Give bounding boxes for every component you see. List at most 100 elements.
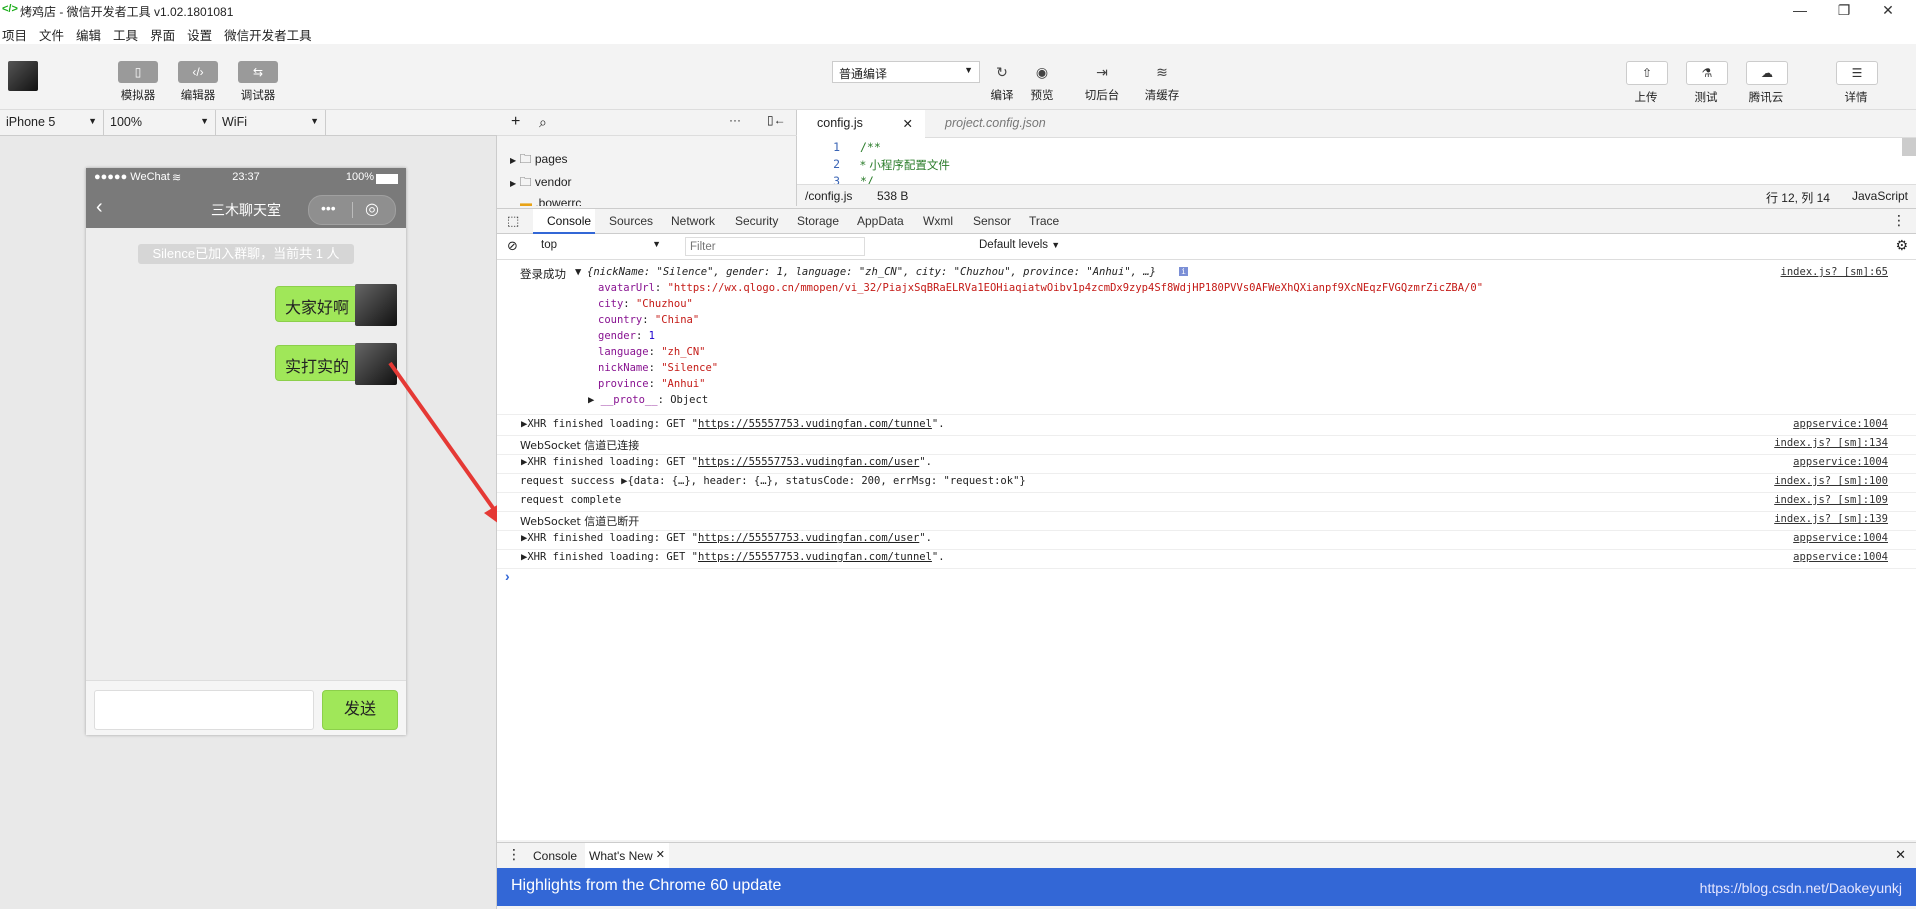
flask-icon: ⚗	[1686, 61, 1728, 85]
login-summary[interactable]: {nickName: "Silence", gender: 1, languag…	[587, 266, 1156, 278]
status-language[interactable]: JavaScript	[1852, 189, 1908, 203]
gear-icon[interactable]: ⚙	[1895, 237, 1908, 254]
prop-key: language	[598, 346, 649, 358]
prop-value: Object	[670, 394, 709, 406]
tree-label: vendor	[534, 175, 572, 189]
clear-console-icon[interactable]: ⊘	[507, 238, 518, 254]
source-link[interactable]: appservice:1004	[1793, 456, 1888, 468]
test-button[interactable]: ⚗ 测试	[1686, 61, 1728, 105]
tab-appdata[interactable]: AppData	[857, 214, 904, 228]
restore-icon[interactable]: ❐	[1822, 0, 1866, 22]
drawer-tab-whats-new[interactable]: What's New ✕	[585, 843, 669, 869]
kebab-menu-icon[interactable]: ⋮	[507, 846, 521, 863]
send-button[interactable]: 发送	[322, 690, 398, 730]
collapse-panel-icon[interactable]: ▯←	[767, 113, 786, 127]
close-icon[interactable]: ✕	[656, 848, 665, 861]
log-text[interactable]: request success ▶{data: {…}, header: {…}…	[520, 475, 1026, 487]
background-button[interactable]: ⇥ 切后台	[1080, 61, 1124, 103]
levels-select[interactable]: Default levels ▼	[979, 239, 1060, 251]
compile-button[interactable]: ↻ 编译	[986, 61, 1018, 103]
tree-folder-vendor[interactable]: ▶ 🗀 vendor	[510, 173, 572, 194]
phone-icon: ▯	[118, 61, 158, 83]
editor-status-bar: /config.js 538 B 行 12, 列 14 JavaScript	[797, 184, 1916, 206]
user-avatar[interactable]	[8, 61, 38, 91]
menu-view[interactable]: 界面	[144, 22, 181, 44]
search-icon[interactable]: ⌕	[539, 114, 547, 131]
compile-mode-select[interactable]: 普通编译 ▼	[832, 61, 980, 83]
source-link[interactable]: index.js? [sm]:100	[1774, 475, 1888, 487]
chevron-down-icon: ▼	[310, 116, 319, 126]
source-link[interactable]: index.js? [sm]:109	[1774, 494, 1888, 506]
drawer-tab-console[interactable]: Console	[533, 849, 577, 863]
log-text: request complete	[520, 494, 622, 506]
console-log-row: ▶XHR finished loading: GET "https://5555…	[497, 530, 1916, 550]
log-text: ▶XHR finished loading: GET "	[521, 551, 699, 563]
inspect-icon[interactable]: ⬚	[507, 213, 519, 229]
log-url[interactable]: https://55557753.vudingfan.com/user	[698, 532, 919, 544]
debugger-button[interactable]: ⇆ 调试器	[238, 61, 278, 103]
menu-wechat-devtools[interactable]: 微信开发者工具	[218, 22, 318, 44]
tab-network[interactable]: Network	[671, 214, 715, 228]
menu-edit[interactable]: 编辑	[70, 22, 107, 44]
device-model: iPhone 5	[6, 115, 56, 129]
kebab-menu-icon[interactable]: ⋮	[1892, 212, 1906, 229]
source-link[interactable]: index.js? [sm]:134	[1774, 437, 1888, 449]
filter-input[interactable]	[685, 237, 865, 256]
battery-icon	[376, 174, 398, 184]
clear-cache-button[interactable]: ≋ 清缓存	[1140, 61, 1184, 103]
simulator-button[interactable]: ▯ 模拟器	[118, 61, 158, 103]
tab-trace[interactable]: Trace	[1029, 214, 1059, 228]
tencent-cloud-button[interactable]: ☁ 腾讯云	[1746, 61, 1788, 105]
source-link[interactable]: appservice:1004	[1793, 532, 1888, 544]
editor-button[interactable]: ‹/› 编辑器	[178, 61, 218, 103]
source-link[interactable]: appservice:1004	[1793, 418, 1888, 430]
minimize-icon[interactable]: —	[1778, 0, 1822, 22]
add-icon[interactable]: +	[511, 113, 520, 131]
tree-folder-pages[interactable]: ▶ 🗀 pages	[510, 150, 568, 171]
source-link[interactable]: index.js? [sm]:65	[1781, 266, 1888, 278]
source-link[interactable]: index.js? [sm]:139	[1774, 513, 1888, 525]
context-select[interactable]: top ▼	[537, 237, 667, 256]
tab-sensor[interactable]: Sensor	[973, 214, 1011, 228]
close-icon[interactable]: ✕	[903, 116, 913, 131]
prop-key: __proto__	[600, 394, 658, 406]
menu-settings[interactable]: 设置	[181, 22, 218, 44]
tab-label: config.js	[817, 116, 863, 130]
menu-tools[interactable]: 工具	[107, 22, 144, 44]
tab-sources[interactable]: Sources	[609, 214, 653, 228]
upload-label: 上传	[1634, 92, 1658, 104]
tab-config-js[interactable]: config.js ✕	[797, 110, 925, 138]
editor-scrollbar[interactable]	[1902, 138, 1916, 156]
menu-file[interactable]: 文件	[33, 22, 70, 44]
log-url[interactable]: https://55557753.vudingfan.com/user	[698, 456, 919, 468]
more-icon[interactable]: •••	[321, 200, 336, 216]
menu-project[interactable]: 项目	[0, 22, 33, 44]
network-select[interactable]: WiFi ▼	[216, 110, 326, 136]
preview-button[interactable]: ◉ 预览	[1026, 61, 1058, 103]
close-circle-icon[interactable]: ◎	[365, 199, 379, 219]
tab-wxml[interactable]: Wxml	[923, 214, 953, 228]
upload-button[interactable]: ⇧ 上传	[1626, 61, 1668, 105]
expand-triangle-icon[interactable]: ▼	[575, 266, 581, 278]
close-icon[interactable]: ✕	[1866, 0, 1910, 22]
details-button[interactable]: ☰ 详情	[1836, 61, 1878, 105]
expand-triangle-icon[interactable]: ▶	[588, 394, 594, 406]
tree-file-bowerrc[interactable]: ▬ .bowerrc	[520, 196, 581, 206]
console-prompt[interactable]: ›	[505, 568, 510, 584]
tab-security[interactable]: Security	[735, 214, 778, 228]
upload-icon: ⇧	[1626, 61, 1668, 85]
tab-storage[interactable]: Storage	[797, 214, 839, 228]
device-select[interactable]: iPhone 5 ▼	[0, 110, 104, 136]
close-drawer-icon[interactable]: ✕	[1895, 847, 1906, 863]
more-icon[interactable]: ···	[729, 113, 741, 127]
tab-console[interactable]: Console	[547, 214, 591, 228]
source-link[interactable]: appservice:1004	[1793, 551, 1888, 563]
status-size: 538 B	[877, 189, 909, 203]
log-url[interactable]: https://55557753.vudingfan.com/tunnel	[698, 551, 932, 563]
tab-project-config-json[interactable]: project.config.json	[925, 110, 1066, 138]
console-log-row: WebSocket 信道已连接 index.js? [sm]:134	[497, 435, 1916, 455]
log-url[interactable]: https://55557753.vudingfan.com/tunnel	[698, 418, 932, 430]
capsule-menu[interactable]: ••• ◎	[308, 195, 396, 225]
message-input[interactable]	[94, 690, 314, 730]
zoom-select[interactable]: 100% ▼	[104, 110, 216, 136]
